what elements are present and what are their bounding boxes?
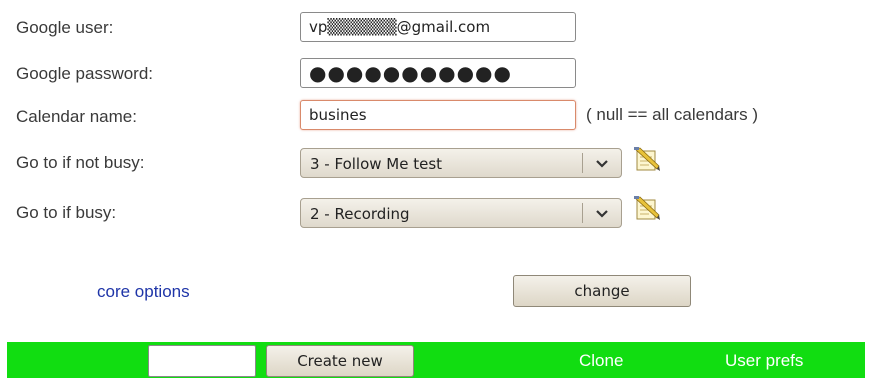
- calendar-name-hint: ( null == all calendars ): [586, 105, 758, 124]
- edit-notepad-icon[interactable]: [633, 146, 661, 172]
- busy-select[interactable]: 2 - Recording: [300, 198, 622, 228]
- calendar-name-label: Calendar name:: [16, 107, 137, 126]
- busy-selected-value: 2 - Recording: [310, 205, 410, 223]
- not-busy-select[interactable]: 3 - Follow Me test: [300, 148, 622, 178]
- google-user-label: Google user:: [16, 18, 114, 37]
- create-new-button[interactable]: Create new: [266, 345, 414, 377]
- google-user-input[interactable]: [300, 12, 576, 42]
- select-divider: [582, 203, 583, 223]
- user-prefs-link[interactable]: User prefs: [725, 351, 803, 371]
- chevron-down-icon[interactable]: [591, 152, 613, 174]
- edit-notepad-icon[interactable]: [633, 195, 661, 221]
- not-busy-label: Go to if not busy:: [16, 153, 145, 172]
- core-options-link[interactable]: core options: [97, 282, 190, 302]
- calendar-name-input[interactable]: [300, 100, 576, 130]
- google-password-input[interactable]: [300, 58, 576, 88]
- google-password-label: Google password:: [16, 64, 154, 83]
- busy-label: Go to if busy:: [16, 203, 117, 222]
- clone-link[interactable]: Clone: [579, 351, 623, 371]
- select-divider: [582, 153, 583, 173]
- not-busy-selected-value: 3 - Follow Me test: [310, 155, 443, 173]
- new-name-input[interactable]: [148, 345, 256, 377]
- chevron-down-icon[interactable]: [591, 202, 613, 224]
- change-button[interactable]: change: [513, 275, 691, 307]
- bottom-toolbar: Create new Clone User prefs: [7, 342, 865, 378]
